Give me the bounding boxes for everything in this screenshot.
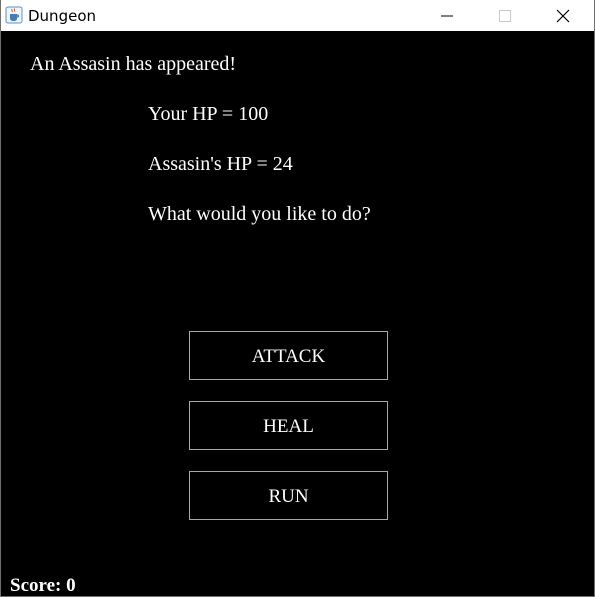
action-prompt: What would you like to do? bbox=[148, 203, 371, 225]
player-hp-label: Your HP = 100 bbox=[148, 103, 269, 125]
close-button[interactable] bbox=[540, 0, 586, 31]
maximize-button[interactable] bbox=[482, 0, 528, 31]
minimize-icon bbox=[441, 15, 453, 16]
enemy-hp-label: Assasin's HP = 24 bbox=[148, 153, 293, 175]
maximize-icon bbox=[499, 9, 511, 22]
java-coffee-cup-icon bbox=[5, 6, 23, 24]
title-bar[interactable]: Dungeon bbox=[1, 0, 594, 31]
close-icon bbox=[556, 9, 570, 22]
dungeon-window: Dungeon An Assasin has appeared! Your HP… bbox=[0, 0, 595, 597]
heal-button[interactable]: HEAL bbox=[189, 401, 388, 450]
attack-button[interactable]: ATTACK bbox=[189, 331, 388, 380]
window-title: Dungeon bbox=[28, 7, 96, 25]
game-panel: An Assasin has appeared! Your HP = 100 A… bbox=[1, 31, 594, 596]
score-label: Score: 0 bbox=[10, 575, 76, 596]
encounter-message: An Assasin has appeared! bbox=[30, 53, 237, 75]
run-button[interactable]: RUN bbox=[189, 471, 388, 520]
minimize-button[interactable] bbox=[424, 0, 470, 31]
